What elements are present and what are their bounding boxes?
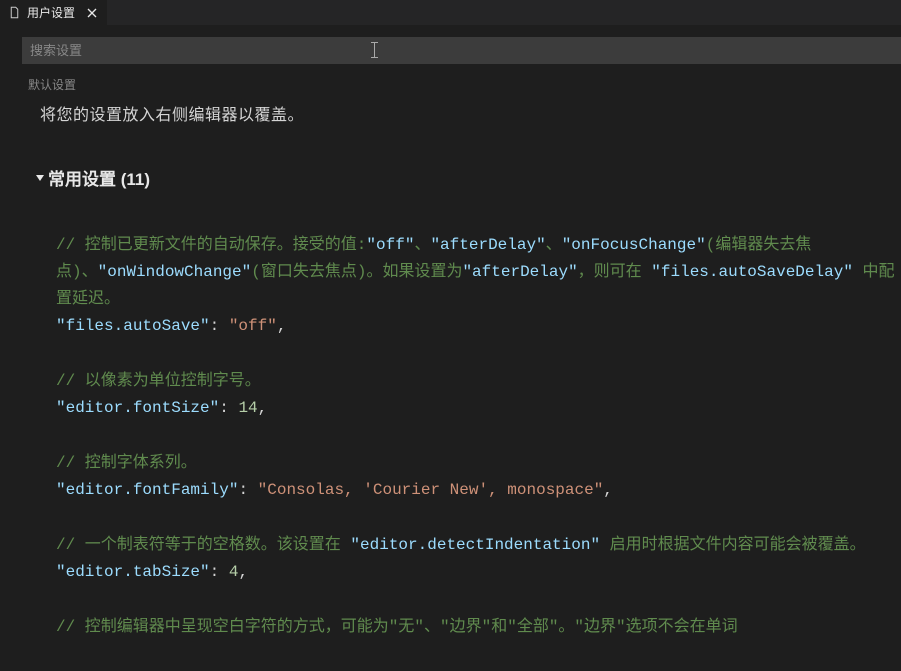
search-input[interactable] bbox=[22, 37, 901, 64]
setting-line[interactable]: "editor.fontSize": 14, bbox=[56, 395, 901, 422]
setting-comment: // 控制字体系列。 bbox=[56, 450, 901, 477]
setting-comment: // 一个制表符等于的空格数。该设置在 "editor.detectIndent… bbox=[56, 532, 901, 559]
default-settings-label: 默认设置 bbox=[28, 76, 901, 93]
setting-font-family: // 控制字体系列。 "editor.fontFamily": "Consola… bbox=[56, 450, 901, 504]
instruction-text: 将您的设置放入右侧编辑器以覆盖。 bbox=[40, 101, 901, 125]
setting-line[interactable]: "files.autoSave": "off", bbox=[56, 313, 901, 340]
tab-user-settings[interactable]: 用户设置 bbox=[0, 0, 107, 25]
setting-font-size: // 以像素为单位控制字号。 "editor.fontSize": 14, bbox=[56, 368, 901, 422]
settings-list: // 控制已更新文件的自动保存。接受的值:"off"、"afterDelay"、… bbox=[56, 232, 901, 641]
close-icon[interactable] bbox=[85, 6, 99, 20]
tab-title: 用户设置 bbox=[27, 4, 79, 21]
setting-line[interactable]: "editor.tabSize": 4, bbox=[56, 559, 901, 586]
file-icon bbox=[8, 6, 21, 19]
tab-bar: 用户设置 bbox=[0, 0, 901, 25]
section-common-settings[interactable]: 常用设置 (11) bbox=[34, 165, 901, 190]
search-container bbox=[0, 25, 901, 76]
setting-comment: // 以像素为单位控制字号。 bbox=[56, 368, 901, 395]
setting-line[interactable]: "editor.fontFamily": "Consolas, 'Courier… bbox=[56, 477, 901, 504]
setting-comment: // 控制编辑器中呈现空白字符的方式，可能为"无"、"边界"和"全部"。"边界"… bbox=[56, 614, 901, 641]
caret-down-icon bbox=[34, 172, 46, 184]
setting-comment: // 控制已更新文件的自动保存。接受的值:"off"、"afterDelay"、… bbox=[56, 232, 901, 313]
setting-whitespace: // 控制编辑器中呈现空白字符的方式，可能为"无"、"边界"和"全部"。"边界"… bbox=[56, 614, 901, 641]
settings-content: 默认设置 将您的设置放入右侧编辑器以覆盖。 常用设置 (11) // 控制已更新… bbox=[0, 76, 901, 641]
section-title: 常用设置 (11) bbox=[48, 165, 150, 190]
setting-tab-size: // 一个制表符等于的空格数。该设置在 "editor.detectIndent… bbox=[56, 532, 901, 586]
setting-auto-save: // 控制已更新文件的自动保存。接受的值:"off"、"afterDelay"、… bbox=[56, 232, 901, 340]
